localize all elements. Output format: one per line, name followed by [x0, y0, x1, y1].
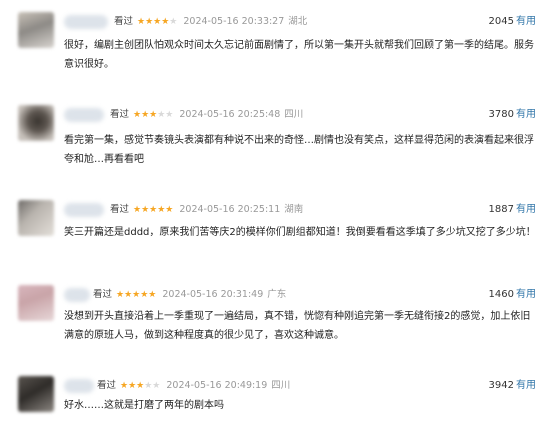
useful-button[interactable]: 有用: [516, 16, 536, 27]
review-content: 好水……这就是打磨了两年的剧本吗: [64, 400, 224, 411]
review-meta: 看过 ★★★★★ 2024-05-16 20:25:11 湖南: [110, 202, 303, 218]
review-location: 湖北: [288, 16, 308, 27]
review-content: 很好，编剧主创团队怕观众时间太久忘记前面剧情了，所以第一集开头就帮我们回顾了第一…: [64, 40, 534, 70]
watched-label: 看过: [93, 289, 113, 300]
review-meta: 看过 ★★★★★ 2024-05-16 20:31:49 广东: [93, 287, 286, 303]
review-content: 没想到开头直接沿着上一季重现了一遍结局，真不错，恍惚有种刚追完第一季无缝衔接2的…: [64, 311, 531, 341]
useful-count: 1887: [488, 204, 514, 215]
useful-vote[interactable]: 2045 有用: [489, 14, 536, 30]
review-time: 2024-05-16 20:31:49: [162, 289, 264, 300]
watched-label: 看过: [114, 16, 134, 27]
useful-button[interactable]: 有用: [516, 289, 536, 300]
review-time: 2024-05-16 20:49:19: [166, 380, 268, 391]
review-time: 2024-05-16 20:25:11: [179, 204, 281, 215]
review-content: 看完第一集，感觉节奏镜头表演都有种说不出来的奇怪…剧情也没有笑点，这样显得范闲的…: [64, 135, 534, 165]
rating-stars: ★★★★★: [120, 381, 161, 391]
useful-button[interactable]: 有用: [516, 109, 536, 120]
username[interactable]: [64, 288, 90, 302]
avatar[interactable]: [18, 12, 54, 48]
watched-label: 看过: [110, 109, 130, 120]
review-meta: 看过 ★★★★★ 2024-05-16 20:25:48 四川: [110, 107, 303, 123]
username[interactable]: [64, 379, 94, 393]
rating-stars: ★★★★★: [137, 17, 178, 27]
useful-button[interactable]: 有用: [516, 204, 536, 215]
review-meta: 看过 ★★★★★ 2024-05-16 20:33:27 湖北: [114, 14, 307, 30]
rating-stars: ★★★★★: [133, 205, 174, 215]
rating-stars: ★★★★★: [133, 110, 174, 120]
username[interactable]: [64, 203, 104, 217]
watched-label: 看过: [110, 204, 130, 215]
review-location: 广东: [267, 289, 287, 300]
avatar[interactable]: [18, 200, 54, 236]
useful-count: 3942: [488, 380, 514, 391]
useful-count: 3780: [488, 109, 514, 120]
review-meta: 看过 ★★★★★ 2024-05-16 20:49:19 四川: [97, 378, 290, 394]
review-location: 四川: [284, 109, 304, 120]
username[interactable]: [64, 15, 108, 29]
useful-vote[interactable]: 3780 有用: [489, 107, 536, 123]
review-time: 2024-05-16 20:25:48: [179, 109, 281, 120]
useful-count: 2045: [488, 16, 514, 27]
rating-stars: ★★★★★: [116, 290, 157, 300]
review-content: 笑三开篇还是dddd，原来我们苦等庆2的模样你们剧组都知道！我倒要看看这季填了多…: [64, 227, 536, 238]
review-time: 2024-05-16 20:33:27: [183, 16, 285, 27]
useful-vote[interactable]: 1887 有用: [489, 202, 536, 218]
avatar[interactable]: [18, 376, 54, 412]
useful-button[interactable]: 有用: [516, 380, 536, 391]
avatar[interactable]: [18, 285, 54, 321]
useful-vote[interactable]: 3942 有用: [489, 378, 536, 394]
review-location: 湖南: [284, 204, 304, 215]
review-location: 四川: [271, 380, 291, 391]
username[interactable]: [64, 108, 104, 122]
useful-vote[interactable]: 1460 有用: [489, 287, 536, 303]
useful-count: 1460: [488, 289, 514, 300]
avatar[interactable]: [18, 105, 54, 141]
watched-label: 看过: [97, 380, 117, 391]
